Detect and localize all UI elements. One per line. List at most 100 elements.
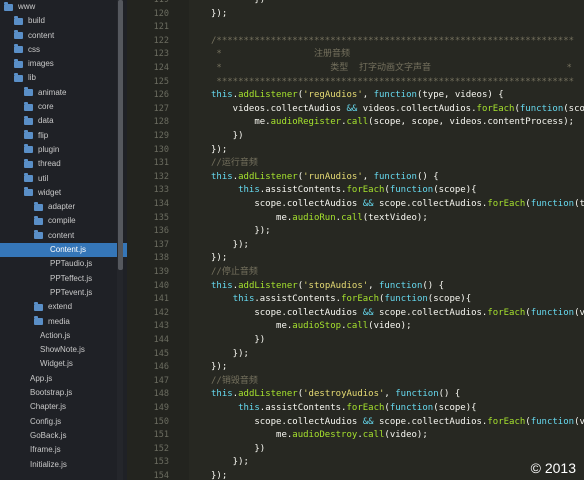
code-line[interactable]: this.assistContents.forEach(function(sco… xyxy=(211,292,471,306)
tree-file-item[interactable]: Chapter.js xyxy=(0,400,127,414)
tree-file-item[interactable]: ShowNote.js xyxy=(0,343,127,357)
code-line[interactable]: me.audioStop.call(video); xyxy=(211,319,412,333)
folder-icon xyxy=(34,230,43,240)
code-token: 'regAudios' xyxy=(303,90,363,101)
code-token: /***************************************… xyxy=(211,35,575,46)
code-line[interactable]: }); xyxy=(211,224,270,238)
tree-file-item[interactable]: Config.js xyxy=(0,415,127,429)
code-token: scope.collectAudios xyxy=(211,199,363,209)
tree-folder-item[interactable]: www xyxy=(0,0,127,14)
code-line[interactable]: scope.collectAudios && scope.collectAudi… xyxy=(211,415,584,429)
tree-item-label: core xyxy=(38,102,54,112)
tree-folder-item[interactable]: util xyxy=(0,172,127,186)
code-line[interactable]: scope.collectAudios && scope.collectAudi… xyxy=(211,197,584,211)
code-line[interactable]: this.addListener('destroyAudios', functi… xyxy=(211,387,460,401)
code-line[interactable]: //停止音频 xyxy=(211,265,258,279)
tree-file-item[interactable]: Content.js xyxy=(0,243,127,258)
code-token: (v xyxy=(574,416,584,427)
tree-file-item[interactable]: Iframe.js xyxy=(0,443,127,457)
code-line[interactable]: ****************************************… xyxy=(211,75,574,89)
code-token: call xyxy=(341,212,363,223)
code-token: * 类型 打字动画文字声音 * xyxy=(211,63,572,73)
line-number: 141 xyxy=(153,294,169,305)
code-line[interactable]: scope.collectAudios && scope.collectAudi… xyxy=(211,306,584,320)
tree-item-label: Content.js xyxy=(50,245,87,255)
tree-folder-item[interactable]: flip xyxy=(0,129,127,143)
code-token: }) xyxy=(211,131,244,141)
tree-file-item[interactable]: Action.js xyxy=(0,329,127,343)
code-editor[interactable]: 119 120 121 122 123 124 125 126 127 128 129 130 131 1… xyxy=(127,0,584,480)
tree-folder-item[interactable]: thread xyxy=(0,157,127,171)
code-line[interactable]: this.assistContents.forEach(function(sco… xyxy=(211,183,476,197)
code-token: .assistContents. xyxy=(254,294,342,305)
tree-item-label: images xyxy=(28,59,54,69)
tree-folder-item[interactable]: images xyxy=(0,57,127,71)
tree-file-item[interactable]: Initialize.js xyxy=(0,458,127,472)
tree-file-item[interactable]: PPTeffect.js xyxy=(0,272,127,286)
code-line[interactable]: me.audioDestroy.call(video); xyxy=(211,428,428,442)
code-line[interactable]: }); xyxy=(211,251,227,265)
code-token: (video); xyxy=(368,321,412,332)
code-line[interactable]: }) xyxy=(211,129,244,143)
code-line[interactable]: }); xyxy=(211,7,227,21)
code-line[interactable]: * 注册音频 xyxy=(211,47,350,61)
code-token: addListener xyxy=(238,90,298,101)
code-line[interactable]: }); xyxy=(211,455,249,469)
code-line[interactable]: this.addListener('runAudios', function()… xyxy=(211,170,439,184)
code-line[interactable]: }); xyxy=(211,360,227,374)
code-token: && xyxy=(362,307,374,318)
tree-folder-item[interactable]: compile xyxy=(0,214,127,228)
tree-folder-item[interactable]: build xyxy=(0,14,127,28)
tree-file-item[interactable]: App.js xyxy=(0,372,127,386)
tree-folder-item[interactable]: widget xyxy=(0,186,127,200)
code-line[interactable]: }) xyxy=(211,442,265,456)
tree-folder-item[interactable]: lib xyxy=(0,71,127,85)
code-line[interactable]: //销毁音频 xyxy=(211,374,258,388)
tree-folder-item[interactable]: core xyxy=(0,100,127,114)
tree-file-item[interactable]: Widget.js xyxy=(0,357,127,371)
code-token: function xyxy=(373,171,417,182)
tree-folder-item[interactable]: media xyxy=(0,315,127,329)
line-number: 146 xyxy=(153,362,169,373)
code-line[interactable]: }); xyxy=(211,143,227,157)
tree-folder-item[interactable]: extend xyxy=(0,300,127,314)
tree-folder-item[interactable]: animate xyxy=(0,86,127,100)
code-token: forEach xyxy=(341,294,380,305)
code-token: addListener xyxy=(238,280,298,291)
tree-file-item[interactable]: GoBack.js xyxy=(0,429,127,443)
code-line[interactable]: }) xyxy=(211,333,265,347)
code-line[interactable]: //运行音频 xyxy=(211,156,258,170)
tree-file-item[interactable]: PPTaudio.js xyxy=(0,257,127,271)
code-line[interactable]: /***************************************… xyxy=(211,34,574,48)
code-line[interactable]: }); xyxy=(211,347,249,361)
tree-folder-item[interactable]: adapter xyxy=(0,200,127,214)
code-token: scope.collectAudios xyxy=(211,307,363,318)
code-line[interactable]: this.addListener('regAudios', function(t… xyxy=(211,88,504,102)
code-line[interactable]: this.addListener('stopAudios', function(… xyxy=(211,279,444,293)
tree-item-label: Widget.js xyxy=(40,359,73,369)
tree-folder-item[interactable]: content xyxy=(0,29,127,43)
line-number: 151 xyxy=(153,430,169,441)
tree-file-item[interactable]: Bootstrap.js xyxy=(0,386,127,400)
code-token: .assistContents. xyxy=(259,185,347,196)
tree-folder-item[interactable]: content xyxy=(0,229,127,243)
code-line[interactable]: this.assistContents.forEach(function(sco… xyxy=(211,401,476,415)
tree-file-item[interactable]: PPTevent.js xyxy=(0,286,127,300)
tree-item-label: flip xyxy=(38,130,49,140)
folder-icon xyxy=(24,87,33,97)
code-line[interactable]: me.audioRun.call(textVideo); xyxy=(211,211,428,225)
sidebar-scrollbar-thumb[interactable] xyxy=(118,0,123,270)
tree-folder-item[interactable]: css xyxy=(0,43,127,57)
code-line[interactable]: me.audioRegister.call(scope, scope, vide… xyxy=(211,115,574,129)
code-line[interactable]: * 类型 打字动画文字声音 * xyxy=(211,61,572,75)
code-line[interactable]: }); xyxy=(211,469,227,480)
code-line[interactable]: }); xyxy=(211,238,249,252)
code-token: scope.collectAudios. xyxy=(373,416,488,427)
code-line[interactable]: videos.collectAudios && videos.collectAu… xyxy=(211,102,584,116)
line-number: 149 xyxy=(153,403,169,413)
code-token: (t xyxy=(574,199,584,209)
tree-folder-item[interactable]: data xyxy=(0,114,127,128)
code-token: me. xyxy=(211,321,293,332)
tree-folder-item[interactable]: plugin xyxy=(0,143,127,157)
